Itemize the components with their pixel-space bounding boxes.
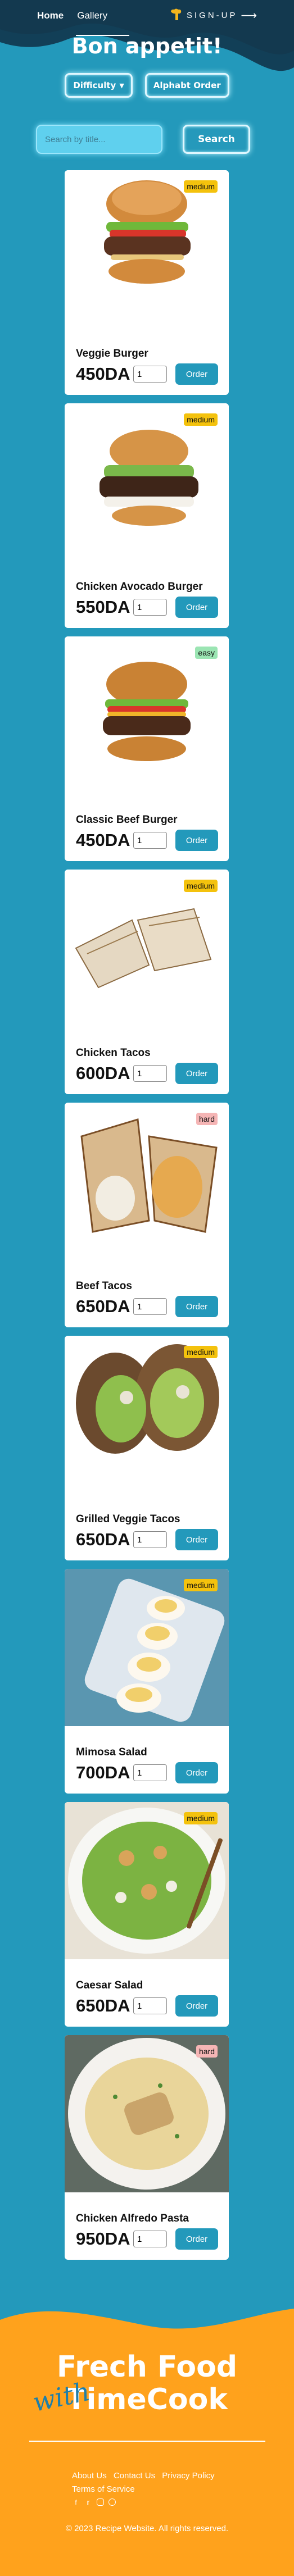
chevron-down-icon: ▼ [119, 81, 124, 89]
recipe-card: medium Chicken Tacos 600DA Order [65, 870, 229, 1094]
header: Home Gallery SIGN-UP ⟶ Bon appetit! Diff… [0, 0, 294, 112]
instagram-icon[interactable] [97, 2498, 104, 2506]
quantity-input[interactable] [133, 1298, 167, 1315]
search-button[interactable]: Search [183, 125, 250, 154]
recipe-card: hard Beef Tacos 650DA Order [65, 1103, 229, 1327]
mimosa-salad-image [65, 1569, 229, 1726]
difficulty-badge: medium [184, 1812, 218, 1824]
footer-links: About Us Contact Us Privacy Policy Terms… [72, 2469, 224, 2496]
quantity-input[interactable] [133, 366, 167, 383]
recipe-price: 650DA [76, 1996, 130, 2015]
signup-label: SIGN-UP [187, 10, 238, 20]
difficulty-badge: hard [196, 1113, 218, 1125]
brand-line1: Frech Food [56, 2350, 238, 2384]
footer: Frech Food TimeCook with About Us Contac… [0, 2303, 294, 2576]
grilled-veggie-tacos-image [65, 1336, 229, 1493]
recipe-card: medium Chicken Avocado Burger 550DA Orde… [65, 403, 229, 628]
recipe-name: Veggie Burger [76, 348, 148, 359]
order-button[interactable]: Order [175, 363, 218, 385]
order-button[interactable]: Order [175, 2228, 218, 2250]
difficulty-badge: medium [184, 880, 218, 892]
recipe-name: Chicken Avocado Burger [76, 581, 203, 593]
top-nav: Home Gallery [37, 10, 107, 21]
difficulty-badge: easy [195, 647, 218, 659]
quantity-input[interactable] [133, 599, 167, 616]
recipe-name: Chicken Tacos [76, 1047, 151, 1059]
order-button[interactable]: Order [175, 1995, 218, 2017]
veggie-burger-image [65, 170, 229, 327]
difficulty-badge: medium [184, 413, 218, 426]
recipe-name: Classic Beef Burger [76, 814, 178, 826]
quantity-input[interactable] [133, 832, 167, 849]
recipe-name: Caesar Salad [76, 1979, 143, 1991]
difficulty-badge: medium [184, 1579, 218, 1591]
recipe-name: Mimosa Salad [76, 1746, 147, 1758]
search-bar: Search [36, 125, 250, 154]
signup-link[interactable]: SIGN-UP ⟶ [169, 8, 257, 22]
beef-tacos-image [65, 1103, 229, 1260]
order-button[interactable]: Order [175, 1529, 218, 1550]
order-button[interactable]: Order [175, 830, 218, 851]
footer-link-privacy[interactable]: Privacy Policy [162, 2471, 214, 2481]
order-button[interactable]: Order [175, 1063, 218, 1084]
footer-link-contact[interactable]: Contact Us [114, 2471, 155, 2481]
footer-link-about[interactable]: About Us [72, 2471, 107, 2481]
order-button[interactable]: Order [175, 597, 218, 618]
search-button-label: Search [198, 134, 235, 145]
recipe-card: medium Mimosa Salad 700DA Order [65, 1569, 229, 1794]
recipe-price: 700DA [76, 1763, 130, 1782]
copyright: © 2023 Recipe Website. All rights reserv… [65, 2524, 229, 2533]
alphabet-order-label: Alphabt Order [153, 80, 221, 90]
quantity-input[interactable] [133, 2231, 167, 2247]
social-links: f 𝕣 [72, 2498, 116, 2506]
footer-link-terms[interactable]: Terms of Service [72, 2484, 135, 2494]
footer-divider [29, 2441, 265, 2442]
recipe-price: 450DA [76, 830, 130, 850]
quantity-input[interactable] [133, 1065, 167, 1082]
chicken-avocado-burger-image [65, 403, 229, 561]
page-title: Bon appetit! [71, 34, 223, 58]
recipe-card: medium Veggie Burger 450DA Order [65, 170, 229, 395]
search-input[interactable] [36, 125, 162, 154]
difficulty-label: Difficulty [73, 80, 116, 90]
difficulty-select[interactable]: Difficulty ▼ [65, 73, 133, 98]
quantity-input[interactable] [133, 1764, 167, 1781]
recipe-price: 550DA [76, 597, 130, 617]
order-button[interactable]: Order [175, 1296, 218, 1317]
quantity-input[interactable] [133, 1531, 167, 1548]
caesar-salad-image [65, 1802, 229, 1959]
quantity-input[interactable] [133, 1997, 167, 2014]
chef-logo-icon [169, 8, 183, 22]
arrow-right-icon: ⟶ [241, 9, 257, 22]
alphabet-order-button[interactable]: Alphabt Order [144, 73, 229, 98]
filter-controls: Difficulty ▼ Alphabt Order [0, 73, 294, 98]
recipe-price: 650DA [76, 1530, 130, 1549]
recipe-name: Chicken Alfredo Pasta [76, 2213, 189, 2224]
chicken-alfredo-pasta-image [65, 2035, 229, 2192]
recipe-name: Grilled Veggie Tacos [76, 1513, 180, 1525]
difficulty-badge: hard [196, 2045, 218, 2058]
chicken-tacos-image [65, 870, 229, 1027]
recipe-price: 600DA [76, 1063, 130, 1083]
recipe-name: Beef Tacos [76, 1280, 132, 1292]
difficulty-badge: medium [184, 180, 218, 193]
recipe-card: hard Chicken Alfredo Pasta 950DA Order [65, 2035, 229, 2260]
pinterest-icon[interactable] [108, 2498, 116, 2506]
difficulty-badge: medium [184, 1346, 218, 1358]
classic-beef-burger-image [65, 636, 229, 794]
nav-home-link[interactable]: Home [37, 10, 64, 21]
recipe-price: 650DA [76, 1296, 130, 1316]
recipe-card: medium Grilled Veggie Tacos 650DA Order [65, 1336, 229, 1560]
recipe-price: 950DA [76, 2229, 130, 2249]
order-button[interactable]: Order [175, 1762, 218, 1783]
recipe-price: 450DA [76, 364, 130, 384]
recipe-card: medium Caesar Salad 650DA Order [65, 1802, 229, 2027]
recipe-card: easy Classic Beef Burger 450DA Order [65, 636, 229, 861]
facebook-icon[interactable]: f [72, 2498, 80, 2506]
nav-gallery-link[interactable]: Gallery [77, 10, 107, 21]
twitter-icon[interactable]: 𝕣 [84, 2498, 92, 2506]
